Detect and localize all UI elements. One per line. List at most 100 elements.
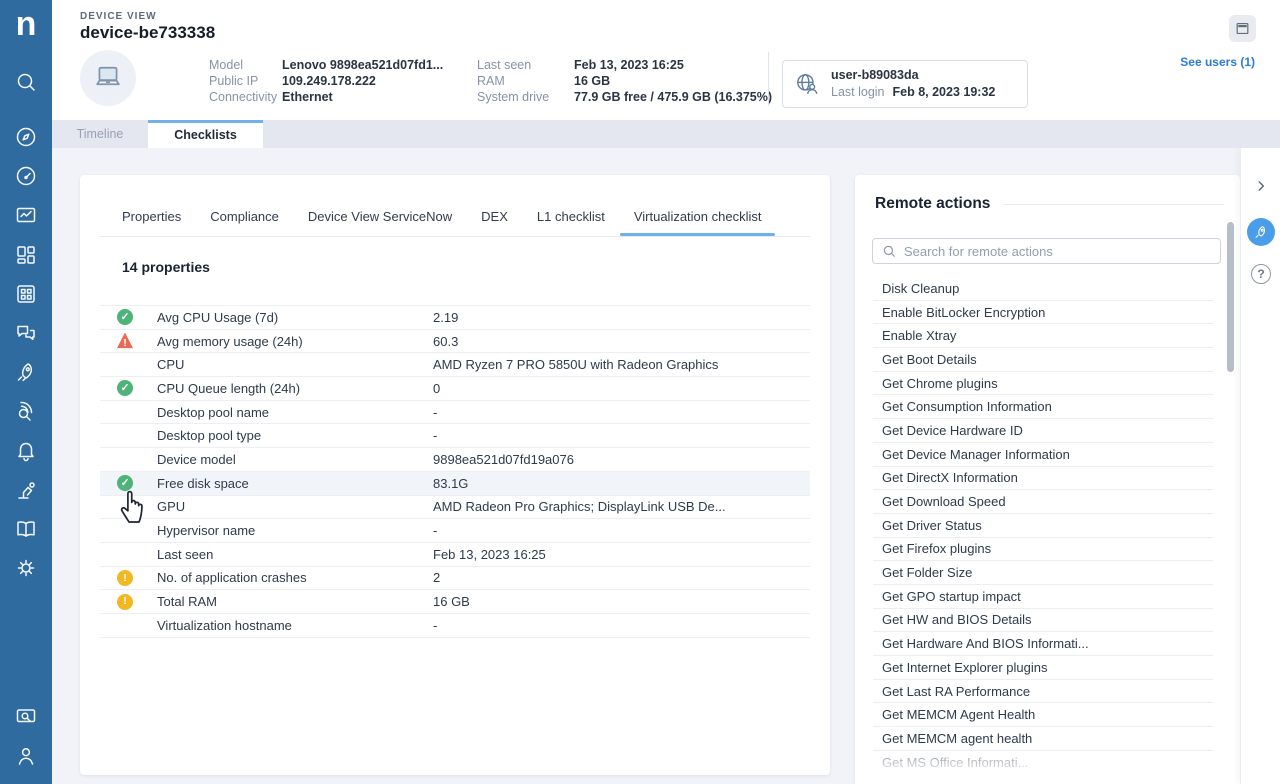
user-card[interactable]: user-b89083da Last login Feb 8, 2023 19:… <box>782 60 1028 108</box>
remote-action-item[interactable]: Get MEMCM agent health <box>873 727 1213 751</box>
remote-action-item[interactable]: Get Last RA Performance <box>873 680 1213 704</box>
profile-icon[interactable] <box>14 744 38 768</box>
book-icon[interactable] <box>14 517 38 541</box>
remote-action-item[interactable]: Get Folder Size <box>873 561 1213 585</box>
property-label: Free disk space <box>157 476 433 491</box>
property-value: 2 <box>433 570 440 585</box>
search-input[interactable] <box>904 244 1220 259</box>
chat-bubbles-icon[interactable] <box>14 321 38 345</box>
property-value: 83.1G <box>433 476 468 491</box>
tab-timeline[interactable]: Timeline <box>52 120 148 148</box>
property-value: 2.19 <box>433 310 458 325</box>
property-label: Device model <box>157 452 433 467</box>
checklist-tab[interactable]: Virtualization checklist <box>634 200 762 236</box>
dashboard-grid-icon[interactable] <box>14 243 38 267</box>
remote-action-item[interactable]: Get Driver Status <box>873 514 1213 538</box>
status-icon-cell: ✓ <box>117 380 133 396</box>
see-users-link[interactable]: See users (1) <box>1180 55 1255 69</box>
status-icon-cell: ✓ <box>117 475 133 491</box>
table-row[interactable]: CPU AMD Ryzen 7 PRO 5850U with Radeon Gr… <box>100 353 810 377</box>
page-body: Properties Compliance Device View ServiceN… <box>52 148 1280 784</box>
table-row[interactable]: ✓ Free disk space 83.1G <box>100 472 810 496</box>
table-row[interactable]: ! Avg memory usage (24h) 60.3 <box>100 330 810 354</box>
properties-table: ✓ Avg CPU Usage (7d) 2.19 ! Avg memory u… <box>100 305 810 638</box>
remote-action-item[interactable]: Get MS Office Informati... <box>873 751 1213 775</box>
library-board-icon[interactable] <box>14 282 38 306</box>
table-row[interactable]: Device model 9898ea521d07fd19a076 <box>100 448 810 472</box>
gear-icon[interactable] <box>14 556 38 580</box>
remote-action-item[interactable]: Get MEMCM Agent Health <box>873 703 1213 727</box>
check-circle-icon: ✓ <box>117 309 133 325</box>
property-value: - <box>433 523 437 538</box>
table-row[interactable]: ! No. of application crashes 2 <box>100 567 810 591</box>
remote-action-item[interactable]: Get Device Hardware ID <box>873 419 1213 443</box>
table-row[interactable]: Last seen Feb 13, 2023 16:25 <box>100 543 810 567</box>
last-login-label: Last login <box>831 84 885 101</box>
alert-triangle-icon: ! <box>117 333 133 350</box>
remote-action-item[interactable]: Enable BitLocker Encryption <box>873 301 1213 325</box>
remote-action-item[interactable]: Get Boot Details <box>873 348 1213 372</box>
collapse-chevron-icon[interactable] <box>1254 179 1268 198</box>
device-view-screen: n DEVICE VIEW device-be733338 ModelLenov… <box>0 0 1280 784</box>
property-label: Desktop pool name <box>157 405 433 420</box>
table-row[interactable]: Desktop pool type - <box>100 424 810 448</box>
chart-box-icon[interactable] <box>14 203 38 227</box>
remote-action-item[interactable]: Get Chrome plugins <box>873 372 1213 396</box>
title-divider <box>1004 204 1224 205</box>
check-circle-icon: ✓ <box>117 475 133 491</box>
remote-action-item[interactable]: Get Internet Explorer plugins <box>873 656 1213 680</box>
checklist-tab[interactable]: Compliance <box>210 200 279 236</box>
remote-action-item[interactable]: Get Download Speed <box>873 490 1213 514</box>
checklist-tab[interactable]: Device View ServiceNow <box>308 200 452 236</box>
laptop-icon <box>92 63 124 93</box>
table-row[interactable]: ✓ Avg CPU Usage (7d) 2.19 <box>100 306 810 330</box>
remote-action-item[interactable]: Get HW and BIOS Details <box>873 609 1213 633</box>
checklist-card: Properties Compliance Device View ServiceN… <box>80 175 830 775</box>
search-icon <box>882 244 896 258</box>
table-row[interactable]: GPU AMD Radeon Pro Graphics; DisplayLink… <box>100 496 810 520</box>
property-value: - <box>433 428 437 443</box>
remote-actions-rocket-button[interactable] <box>1247 218 1275 246</box>
checklist-tab[interactable]: L1 checklist <box>537 200 605 236</box>
remote-action-item[interactable]: Get Firefox plugins <box>873 538 1213 562</box>
screen-search-icon[interactable] <box>14 705 38 729</box>
remote-action-item[interactable]: Get Consumption Information <box>873 395 1213 419</box>
view-kicker: DEVICE VIEW <box>80 11 157 22</box>
table-row[interactable]: Hypervisor name - <box>100 519 810 543</box>
field-label: RAM <box>477 73 574 89</box>
diagnostics-scan-icon[interactable] <box>14 399 38 423</box>
remote-action-item[interactable]: Get GPO startup impact <box>873 585 1213 609</box>
table-row[interactable]: Desktop pool name - <box>100 401 810 425</box>
remote-action-item[interactable]: Get DirectX Information <box>873 467 1213 491</box>
remote-actions-search[interactable] <box>872 238 1221 264</box>
property-label: Hypervisor name <box>157 523 433 538</box>
property-label: CPU <box>157 357 433 372</box>
property-value: 16 GB <box>433 594 470 609</box>
bell-icon[interactable] <box>14 438 38 462</box>
robot-arm-icon[interactable] <box>14 478 38 502</box>
remote-action-item[interactable]: Disk Cleanup <box>873 277 1213 301</box>
scrollbar-thumb[interactable] <box>1227 222 1234 372</box>
remote-action-item[interactable]: Get Hardware And BIOS Informati... <box>873 632 1213 656</box>
property-value: - <box>433 618 437 633</box>
checklist-tab[interactable]: DEX <box>481 200 508 236</box>
layout-panel-button[interactable] <box>1229 15 1256 42</box>
remote-action-item[interactable]: Get Device Manager Information <box>873 443 1213 467</box>
table-row[interactable]: ! Total RAM 16 GB <box>100 590 810 614</box>
search-icon[interactable] <box>14 70 38 94</box>
gauge-icon[interactable] <box>14 164 38 188</box>
table-row[interactable]: Virtualization hostname - <box>100 614 810 638</box>
status-icon-cell: ! <box>117 570 133 586</box>
compass-icon[interactable] <box>14 125 38 149</box>
header: DEVICE VIEW device-be733338 ModelLenovo … <box>52 0 1280 120</box>
table-row[interactable]: ✓ CPU Queue length (24h) 0 <box>100 377 810 401</box>
checklist-tab[interactable]: Properties <box>122 200 181 236</box>
help-button[interactable]: ? <box>1251 264 1271 284</box>
top-tabstrip: Timeline Checklists <box>52 120 1280 148</box>
remote-actions-title: Remote actions <box>875 195 990 213</box>
status-icon-cell: ! <box>117 594 133 610</box>
tab-checklists[interactable]: Checklists <box>148 120 263 148</box>
remote-action-item[interactable]: Enable Xtray <box>873 324 1213 348</box>
rocket-icon[interactable] <box>14 360 38 384</box>
panel-icon <box>1234 20 1251 37</box>
